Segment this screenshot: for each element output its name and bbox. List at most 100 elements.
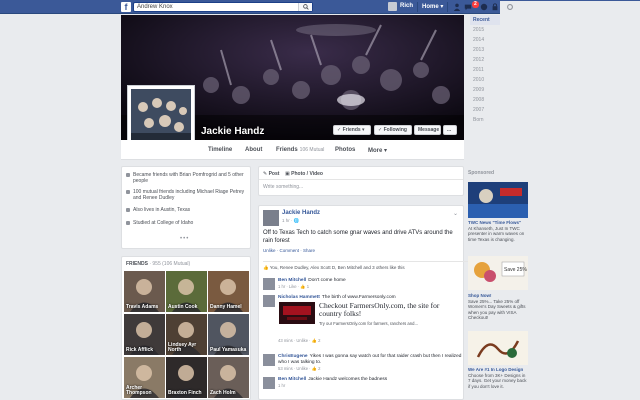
- tab-friends[interactable]: Friends 106 Mutual: [276, 147, 324, 153]
- comment-text: The birth of www.Farmersonly.com: [321, 295, 396, 300]
- friend-tile[interactable]: Rick Afflick: [124, 314, 165, 355]
- friends-button[interactable]: ✓ Friends ▾: [333, 125, 371, 135]
- tab-about[interactable]: About: [245, 147, 262, 153]
- comment-avatar[interactable]: [263, 377, 275, 389]
- privacy-lock-icon[interactable]: [491, 3, 499, 11]
- mutual-friends-icon: [126, 190, 130, 194]
- comment: Nicholas Hammett The birth of www.Farmers…: [263, 295, 468, 349]
- year-nav-item[interactable]: Born: [470, 115, 500, 125]
- sponsored-ad-text[interactable]: TWC News "Time Flows" At Khanseth, Just I…: [468, 220, 528, 242]
- message-button-label: Message: [418, 127, 440, 133]
- comment-meta[interactable]: 1 hr · Like · 👍 1: [278, 284, 466, 290]
- tab-more[interactable]: More ▾: [368, 147, 387, 154]
- home-icon: [126, 208, 130, 212]
- composer-divider: [259, 179, 463, 180]
- year-nav-item[interactable]: 2015: [470, 25, 500, 35]
- comment-avatar[interactable]: [263, 295, 275, 307]
- post-timestamp[interactable]: 1 hr · 🌐: [282, 218, 299, 224]
- year-nav-item[interactable]: 2013: [470, 45, 500, 55]
- comment-meta[interactable]: 53 mins · Unlike · 👍 2: [278, 366, 466, 372]
- settings-gear-icon[interactable]: [506, 3, 514, 11]
- search-input[interactable]: Andrew Knox: [133, 2, 313, 12]
- year-nav-item[interactable]: 2010: [470, 75, 500, 85]
- sponsored-header: Sponsored: [468, 170, 495, 176]
- tab-more-label: More: [368, 148, 383, 154]
- link-preview[interactable]: Checkout FarmersOnly.com, the site for c…: [279, 302, 459, 326]
- tab-friends-label: Friends: [276, 147, 298, 153]
- year-nav-item[interactable]: 2008: [470, 95, 500, 105]
- year-nav-item[interactable]: 2012: [470, 55, 500, 65]
- post-likes-text: You, Renee Dudley, Alex Scott D, Ben Mit…: [269, 265, 405, 270]
- comment-text: Don't come home: [308, 278, 346, 283]
- friend-tile[interactable]: Lindsey Ayr North: [166, 314, 207, 355]
- friend-name: Archer Thompson: [126, 385, 152, 396]
- comment-meta[interactable]: 1 hr: [278, 383, 466, 389]
- year-nav-item[interactable]: 2009: [470, 85, 500, 95]
- comment-author[interactable]: ChrisEugene: [278, 354, 308, 359]
- post-author-avatar[interactable]: [263, 210, 279, 226]
- sponsored-ad-body: At Khanseth, Just In TWC presenter in wa…: [468, 225, 525, 242]
- friend-tile[interactable]: Zach Holm: [208, 357, 249, 398]
- friend-name: Lindsey Ayr North: [168, 342, 197, 353]
- following-button[interactable]: ✓ Following: [374, 125, 412, 135]
- friends-header-label: FRIENDS: [126, 261, 148, 267]
- home-label: Home: [422, 4, 439, 10]
- home-link[interactable]: Home ▾: [422, 3, 443, 10]
- messages-icon[interactable]: [464, 3, 472, 11]
- sponsored-ad-image[interactable]: Save 25%: [468, 256, 528, 290]
- comment-body: ChrisEugene Yikes I was gonna say watch o…: [278, 354, 466, 372]
- nav-divider: [447, 2, 448, 12]
- post-options-chevron-icon[interactable]: ⌄: [453, 210, 458, 217]
- year-nav-item[interactable]: Recent: [470, 15, 500, 25]
- year-nav-item[interactable]: 2011: [470, 65, 500, 75]
- timeline-post: Jackie Handz 1 hr · 🌐 ⌄ Off to Texas Tec…: [258, 205, 468, 400]
- friend-requests-icon[interactable]: [453, 3, 461, 11]
- comment-body: Ben Mitchell Jackie Handz welcomes the ba…: [278, 377, 466, 389]
- post-likes-summary[interactable]: 👍 You, Renee Dudley, Alex Scott D, Ben M…: [263, 261, 468, 271]
- link-preview-description: Try our FarmersOnly.com for farmers, ran…: [319, 321, 419, 326]
- education-icon: [126, 221, 130, 225]
- sponsored-ad-image[interactable]: [468, 331, 528, 365]
- comment-avatar[interactable]: [263, 278, 275, 290]
- composer-input[interactable]: Write something...: [263, 184, 303, 190]
- search-icon: [303, 4, 309, 10]
- post-actions[interactable]: Unlike · Comment · Share: [263, 248, 315, 253]
- comment-author[interactable]: Ben Mitchell: [278, 377, 306, 382]
- friend-name: Zach Holm: [210, 390, 236, 396]
- friend-tile[interactable]: Danny Hamel: [208, 271, 249, 312]
- year-nav-item[interactable]: 2014: [470, 35, 500, 45]
- friend-tile[interactable]: Braxton Finch: [166, 357, 207, 398]
- composer-tab-post[interactable]: ✎ Post: [263, 171, 279, 177]
- about-item-education: Studied at College of Idaho: [126, 220, 248, 226]
- sponsored-ad-text[interactable]: Shop Now! Save 25%... Take 25% off Women'…: [468, 293, 528, 321]
- comment-avatar[interactable]: [263, 354, 275, 366]
- tab-photos[interactable]: Photos: [335, 147, 355, 153]
- message-button[interactable]: Message: [414, 125, 441, 135]
- comment-author[interactable]: Nicholas Hammett: [278, 295, 320, 300]
- composer-tab-photo[interactable]: ▣ Photo / Video: [285, 171, 323, 177]
- notifications-globe-icon[interactable]: [480, 3, 488, 11]
- sponsored-ad-image[interactable]: [468, 182, 528, 218]
- friend-tile[interactable]: Austin Cook: [166, 271, 207, 312]
- friends-header[interactable]: FRIENDS · 955 (106 Mutual): [126, 261, 190, 267]
- post-author[interactable]: Jackie Handz: [282, 210, 320, 216]
- facebook-logo[interactable]: f: [121, 2, 131, 12]
- friend-name: Rick Afflick: [126, 347, 154, 353]
- user-avatar[interactable]: [388, 2, 397, 11]
- friend-tile[interactable]: Archer Thompson: [124, 357, 165, 398]
- sponsored-ad-body: Choose from 3K+ Designs in 7 days. Get y…: [468, 372, 527, 389]
- about-more-button[interactable]: •••: [180, 236, 189, 242]
- composer-card: ✎ Post ▣ Photo / Video Write something..…: [258, 166, 464, 196]
- about-item-mutual: 100 mutual friends including Michael Ria…: [126, 189, 248, 201]
- tab-timeline[interactable]: Timeline: [208, 147, 232, 153]
- more-options-button[interactable]: ...: [443, 125, 457, 135]
- search-button[interactable]: [298, 3, 312, 11]
- user-name-link[interactable]: Rich: [400, 3, 413, 9]
- comment-author[interactable]: Ben Mitchell: [278, 278, 306, 283]
- composer-tab-post-label: Post: [268, 171, 280, 177]
- comment-meta[interactable]: 43 mins · Unlike · 👍 2: [278, 338, 320, 344]
- sponsored-ad-text[interactable]: We Are #1 In Logo Design Choose from 3K+ …: [468, 367, 528, 389]
- year-nav-item[interactable]: 2007: [470, 105, 500, 115]
- friend-tile[interactable]: Travis Adams: [124, 271, 165, 312]
- friend-tile[interactable]: Paul Yamasuka: [208, 314, 249, 355]
